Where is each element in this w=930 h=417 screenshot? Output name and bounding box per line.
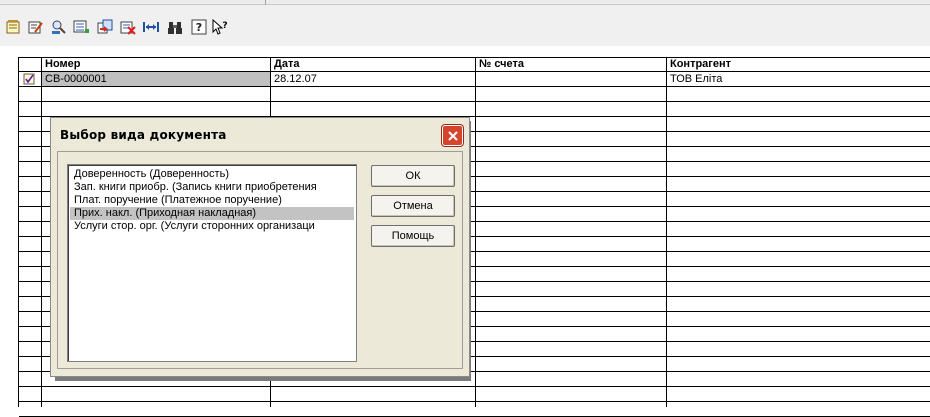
cell-counterparty[interactable]: ТОВ Еліта [667,72,930,86]
toolbar-grip [265,0,266,5]
binoculars-icon[interactable] [166,18,184,36]
ok-button[interactable]: ОК [371,165,455,187]
column-header-number[interactable]: Номер [42,57,270,71]
svg-text:?: ? [196,21,202,34]
header-corner [19,57,41,71]
document-type-list[interactable]: Доверенность (Доверенность) Зап. книги п… [67,164,357,362]
cancel-button[interactable]: Отмена [371,195,455,217]
width-icon[interactable] [142,18,160,36]
toolbar-top-edge [0,0,930,5]
table-row[interactable]: СВ-0000001 28.12.07 ТОВ Еліта [19,72,930,87]
help-button[interactable]: Помощь [371,225,455,247]
list-item[interactable]: Плат. поручение (Платежное поручение) [70,194,354,207]
delete-document-icon[interactable] [119,18,137,36]
cell-number[interactable]: СВ-0000001 [42,72,270,86]
find-icon[interactable] [50,18,68,36]
cell-date[interactable]: 28.12.07 [271,72,475,86]
list-item-selected[interactable]: Прих. накл. (Приходная накладная) [70,207,354,220]
dialog-title: Выбор вида документа [60,128,227,142]
document-posted-icon [23,73,35,85]
column-header-counterparty[interactable]: Контрагент [667,57,930,71]
column-header-invoice[interactable]: № счета [476,57,666,71]
list-item[interactable]: Услуги стор. орг. (Услуги сторонних орга… [70,220,354,233]
column-header-date[interactable]: Дата [271,57,475,71]
toolbar: ? ? [0,0,930,46]
copy-document-icon[interactable] [96,18,114,36]
help-icon[interactable]: ? [190,18,208,36]
list-item[interactable]: Зап. книги приобр. (Запись книги приобре… [70,181,354,194]
svg-text:?: ? [222,21,227,31]
table-header: Номер Дата № счета Контрагент [19,57,930,72]
table-row[interactable] [19,87,930,102]
document-type-dialog: Выбор вида документа Доверенность (Довер… [50,117,470,377]
table-row[interactable] [19,387,930,402]
list-item[interactable]: Доверенность (Доверенность) [70,168,354,181]
context-help-icon[interactable]: ? [211,18,229,36]
cell-invoice[interactable] [476,72,666,86]
new-document-icon[interactable] [4,18,22,36]
list-icon[interactable] [72,18,90,36]
table-row[interactable] [19,402,930,417]
table-row[interactable] [19,102,930,117]
close-icon [447,130,458,141]
close-button[interactable] [442,125,463,146]
edit-document-icon[interactable] [26,18,44,36]
row-marker [19,72,41,86]
